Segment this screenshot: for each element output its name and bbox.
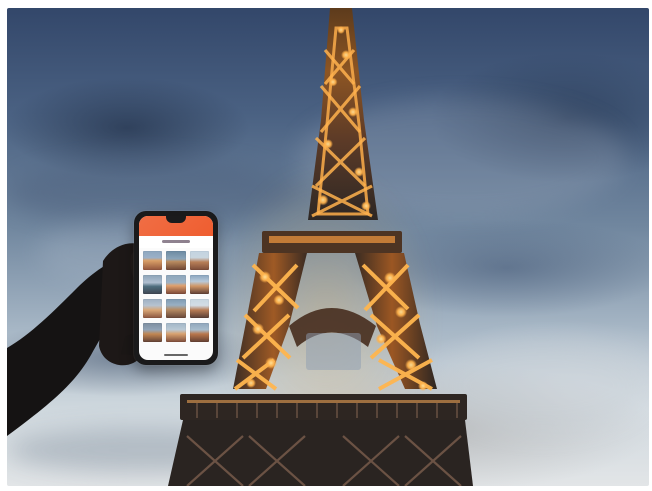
tower-first-deck-lights <box>269 236 395 243</box>
photo-thumbnail <box>189 275 209 294</box>
tower-light <box>328 77 338 87</box>
tower-light <box>337 26 345 34</box>
photo-thumbnail <box>143 323 163 342</box>
photo-thumbnail <box>143 299 163 318</box>
photo-thumbnail <box>166 275 186 294</box>
tower-light <box>361 201 371 211</box>
tower-light <box>384 272 396 284</box>
tower-arch-opening <box>306 333 361 370</box>
photo-thumbnail <box>143 251 163 270</box>
photo-thumbnail <box>189 299 209 318</box>
photo-thumbnail <box>166 323 186 342</box>
phone-screen <box>139 216 213 360</box>
tower-light <box>273 294 285 306</box>
tower-light <box>341 50 351 60</box>
eiffel-tower-photo <box>7 8 649 486</box>
photo-thumbnail <box>189 323 209 342</box>
photo-thumbnail <box>189 251 209 270</box>
phone-notch <box>166 216 186 223</box>
tower-light <box>348 107 358 117</box>
tower-light <box>317 194 329 206</box>
tower-light <box>323 139 333 149</box>
tower-light <box>418 381 428 391</box>
photo-thumbnail <box>166 299 186 318</box>
photo-frame <box>0 0 652 491</box>
tower-light <box>354 167 364 177</box>
tower-light <box>375 333 387 345</box>
photo-thumbnail <box>166 251 186 270</box>
phone-home-bar <box>164 354 188 356</box>
tower-light <box>395 306 407 318</box>
photo-thumbnail-grid <box>143 251 209 347</box>
app-title-indicator <box>162 240 190 243</box>
app-title-bar <box>139 236 213 248</box>
photo-thumbnail <box>143 275 163 294</box>
tower-light <box>405 359 417 371</box>
smartphone <box>134 211 218 365</box>
